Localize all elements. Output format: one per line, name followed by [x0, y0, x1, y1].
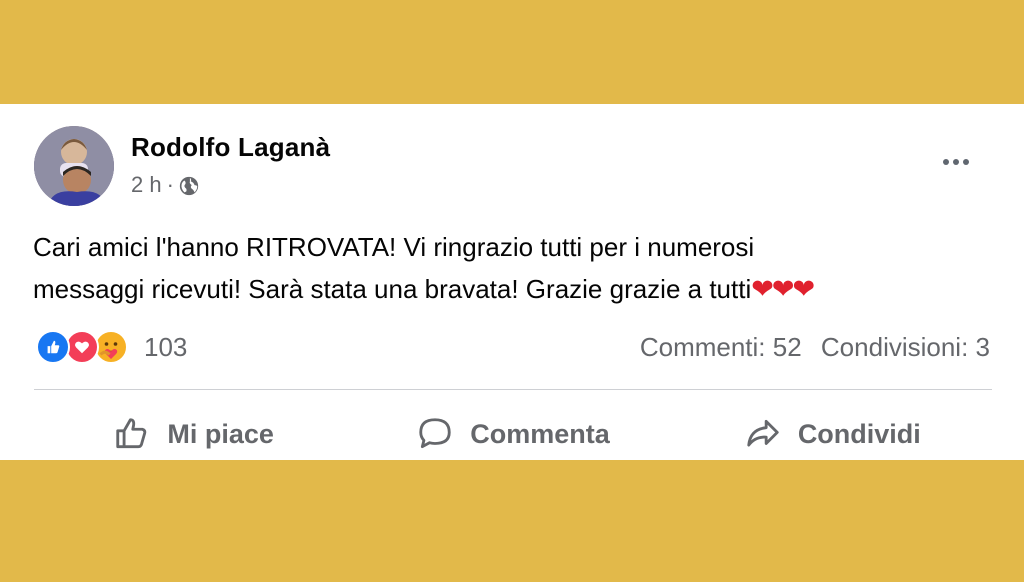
divider	[34, 389, 992, 390]
like-icon	[36, 330, 70, 364]
care-icon	[94, 330, 128, 364]
share-button-label: Condividi	[797, 418, 921, 449]
post-text-line-2: messaggi ricevuti! Sarà stata una bravat…	[33, 274, 752, 304]
comment-button[interactable]: Commenta	[353, 404, 672, 464]
meta-separator: ·	[166, 172, 174, 197]
share-icon	[747, 419, 779, 447]
thumbs-up-icon	[116, 418, 147, 449]
more-options-icon[interactable]	[936, 148, 976, 176]
comment-button-label: Commenta	[470, 418, 610, 449]
post-text-line: messaggi ricevuti! Sarà stata una bravat…	[33, 268, 993, 311]
like-button-label: Mi piace	[167, 418, 274, 449]
avatar[interactable]	[34, 126, 114, 206]
post-meta: 2 h ·	[131, 172, 200, 198]
comments-count[interactable]: Commenti: 52	[640, 332, 802, 362]
post-text-line: Cari amici l'hanno RITROVATA! Vi ringraz…	[33, 226, 993, 268]
shares-count[interactable]: Condivisioni: 3	[821, 332, 990, 362]
reactions-summary[interactable]: 103	[36, 330, 187, 364]
author-name[interactable]: Rodolfo Laganà	[131, 132, 330, 163]
comment-icon	[419, 418, 451, 449]
post-text: Cari amici l'hanno RITROVATA! Vi ringraz…	[33, 226, 993, 311]
avatar-photo	[34, 126, 114, 206]
share-button[interactable]: Condividi	[673, 404, 992, 464]
post-card: Rodolfo Laganà 2 h · Cari amici l'hanno …	[0, 104, 1024, 460]
post-time[interactable]: 2 h	[131, 172, 162, 198]
love-icon	[65, 330, 99, 364]
action-bar: Mi piace Commenta Condividi	[34, 404, 992, 464]
like-button[interactable]: Mi piace	[34, 404, 353, 464]
reaction-count: 103	[144, 331, 188, 362]
engagement-counts: Commenti: 52 Condivisioni: 3	[640, 332, 990, 363]
heart-emojis: ❤❤❤	[751, 274, 815, 305]
post-text-line-1: Cari amici l'hanno RITROVATA! Vi ringraz…	[33, 232, 755, 262]
globe-icon[interactable]	[178, 175, 200, 197]
